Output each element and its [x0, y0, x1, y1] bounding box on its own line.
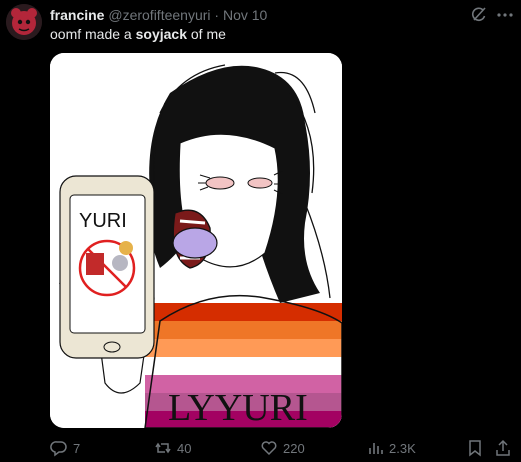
views-count: 2.3K	[389, 440, 416, 456]
tweet-header: francine @zerofifteenyuri · Nov 10	[50, 7, 267, 24]
bookmark-icon	[469, 440, 481, 457]
share-icon	[496, 439, 510, 456]
repost-count: 40	[177, 440, 192, 456]
action-bar: 7 40 220 2.3K	[50, 438, 512, 458]
display-name[interactable]: francine	[50, 7, 104, 23]
tweet-text-bold: soyjack	[135, 26, 187, 42]
views-icon	[369, 443, 383, 454]
bookmark-button[interactable]	[466, 438, 484, 458]
grok-icon[interactable]	[470, 5, 488, 23]
repost-icon	[155, 442, 171, 454]
reply-button[interactable]: 7	[50, 438, 80, 458]
tweet-media-image[interactable]: YURI LYYURI	[50, 53, 342, 428]
avatar[interactable]	[6, 4, 42, 40]
shirt-text: LYYURI	[168, 387, 308, 428]
tweet-text: oomf made a soyjack of me	[50, 26, 226, 43]
shirt-stripe	[145, 339, 342, 357]
repost-button[interactable]: 40	[154, 438, 191, 458]
tweet-text-end: of me	[186, 26, 226, 42]
shirt-stripe	[145, 357, 342, 375]
separator-dot: ·	[214, 7, 220, 23]
post-date[interactable]: Nov 10	[223, 7, 267, 23]
like-icon	[261, 441, 277, 456]
more-icon[interactable]	[496, 6, 514, 24]
reply-count: 7	[73, 440, 81, 456]
tweet[interactable]: francine @zerofifteenyuri · Nov 10 oomf …	[0, 0, 521, 462]
like-button[interactable]: 220	[260, 438, 305, 458]
user-handle[interactable]: @zerofifteenyuri	[108, 7, 210, 23]
phone-label: YURI	[79, 210, 127, 232]
soyjack-drawing: YURI LYYURI	[50, 53, 342, 428]
like-count: 220	[283, 440, 305, 456]
tweet-text-start: oomf made a	[50, 26, 136, 42]
reply-icon	[50, 441, 67, 457]
views-button[interactable]: 2.3K	[366, 438, 416, 458]
share-button[interactable]	[494, 438, 512, 458]
shirt-stripe	[145, 321, 342, 339]
